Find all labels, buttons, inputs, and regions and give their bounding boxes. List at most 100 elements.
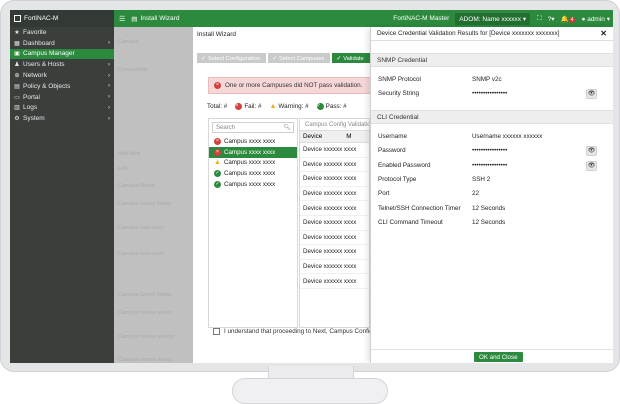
device-row[interactable]: Device xxxxxx xxxx× xyxy=(300,231,369,246)
help-icon[interactable]: ?▾ xyxy=(548,15,555,23)
install-icon: ▤ xyxy=(131,15,138,23)
summary-total: Total: # xyxy=(207,103,228,110)
campus-fail-icon: × xyxy=(214,148,221,156)
device-row[interactable]: Device xxxxxx xxxx▲ xyxy=(300,201,369,216)
field-protocol-type: Protocol Type SSH 2 xyxy=(378,176,608,186)
sidebar-item-label: Users & Hosts xyxy=(23,61,65,69)
device-row[interactable]: Device xxxxxx xxxx× xyxy=(300,260,369,275)
monitor-frame: FortiNAC-M ☰ ▤ Install Wizard FortiNAC-M… xyxy=(0,0,620,372)
field-value: 12 Seconds xyxy=(472,204,506,212)
campus-list-item[interactable]: ✓ Campus xxxx xxxx xyxy=(209,179,297,190)
menu-icon[interactable]: ☰ xyxy=(119,15,125,23)
device-name: Device xxxxxx xxxx xyxy=(303,277,357,285)
campus-list-item[interactable]: × Campus xxxx xxxx xyxy=(209,146,297,158)
eye-icon[interactable]: 👁︎ xyxy=(586,89,597,100)
cli-section-header: CLI Credential xyxy=(371,110,613,124)
field-label: SNMP Protocol xyxy=(378,76,421,83)
alert-text: One or more Campuses did NOT pass valida… xyxy=(225,82,363,89)
field-label: Protocol Type xyxy=(378,175,417,183)
logs-icon: ▥ xyxy=(14,105,20,112)
confirm-checkbox[interactable] xyxy=(213,328,220,335)
confirm-proceed[interactable]: I understand that proceeding to Next, Ca… xyxy=(213,328,373,335)
device-name: Device xxxxxx xxxx xyxy=(303,146,357,154)
gear-icon: ⚙ xyxy=(14,116,20,123)
confirm-text: I understand that proceeding to Next, Ca… xyxy=(224,328,373,335)
device-row[interactable]: Device xxxxxx xxxx× xyxy=(300,216,369,231)
campus-name: Campus xxxx xxxx xyxy=(224,170,276,178)
field-enabled-password: Enabled Password •••••••••••••••• 👁︎ xyxy=(378,160,608,172)
eye-icon[interactable]: 👁︎ xyxy=(586,160,597,171)
adom-selector[interactable]: ADOM: Name xxxxxx ▾ xyxy=(455,12,531,25)
field-label: Username xyxy=(378,133,408,140)
brand: FortiNAC-M xyxy=(10,10,114,27)
sidebar-item-policy-objects[interactable]: ▤ Policy & Objects › xyxy=(10,81,114,92)
column-device: Device xyxy=(303,133,323,140)
snmp-section-header: SNMP Credential xyxy=(371,53,613,67)
portal-icon: ▭ xyxy=(14,94,20,101)
field-value: •••••••••••••••• xyxy=(472,161,508,169)
wizard-step-label: Select Configuration xyxy=(207,56,261,62)
device-name: Device xxxxxx xxxx xyxy=(303,175,357,183)
sidebar-item-favorite[interactable]: ★ Favorite xyxy=(10,27,114,38)
ok-and-close-button[interactable]: OK and Close xyxy=(474,352,523,362)
user-menu[interactable]: ● admin ▾ xyxy=(581,15,610,23)
device-row[interactable]: Device xxxxxx xxxx× xyxy=(300,143,369,158)
screen: FortiNAC-M ☰ ▤ Install Wizard FortiNAC-M… xyxy=(10,10,613,363)
summary-pass: ✓ Pass: # xyxy=(316,103,347,110)
campus-icon: ▣ xyxy=(14,51,20,58)
device-name: Device xxxxxx xxxx xyxy=(303,248,357,256)
device-row[interactable]: Device xxxxxx xxxx× xyxy=(300,187,369,202)
device-row[interactable]: Device xxxxxx xxxx× xyxy=(300,245,369,260)
chevron-right-icon: › xyxy=(108,83,110,90)
sidebar-item-network[interactable]: ⊕ Network › xyxy=(10,70,114,81)
campus-list-item[interactable]: ✓ Campus xxxx xxxx xyxy=(209,168,297,179)
sidebar-item-system[interactable]: ⚙ System › xyxy=(10,113,114,124)
campus-warning-icon: ▲ xyxy=(214,159,221,167)
device-name: Device xxxxxx xxxx xyxy=(303,190,357,198)
device-row[interactable]: Device xxxxxx xxxx× xyxy=(300,172,369,187)
sidebar-item-portal[interactable]: ▭ Portal › xyxy=(10,92,114,103)
field-value: SNMP v2c xyxy=(472,76,502,83)
campus-fail-icon: × xyxy=(214,137,221,145)
user-name: admin xyxy=(587,15,605,23)
chevron-right-icon: › xyxy=(108,104,110,111)
sidebar-item-campus-manager[interactable]: ▣ Campus Manager xyxy=(10,48,114,60)
column-m: M xyxy=(346,133,352,140)
field-value: 22 xyxy=(472,190,480,198)
validation-alert: × One or more Campuses did NOT pass vali… xyxy=(208,77,372,94)
bell-icon[interactable]: 🔔 4 xyxy=(561,15,576,23)
sidebar-item-dashboard[interactable]: ▦ Dashboard › xyxy=(10,38,114,49)
fail-icon: × xyxy=(235,103,243,110)
campus-name: Campus xxxx xxxx xyxy=(224,137,276,145)
campus-search-input[interactable]: Search 🔍︎ xyxy=(212,122,294,133)
device-validation-table: Campus Config Validation Device M Device… xyxy=(299,118,370,328)
summary-warning-label: Warning: # xyxy=(278,103,309,110)
alert-count-badge: 4 xyxy=(568,16,576,23)
device-row[interactable]: Device xxxxxx xxxx× xyxy=(300,274,369,289)
field-telnet-ssh-connection-timer: Telnet/SSH Connection Timer 12 Seconds xyxy=(378,205,608,215)
campus-list-item[interactable]: ▲ Campus xxxx xxxx xyxy=(209,158,297,169)
campus-name: Campus xxxx xxxx xyxy=(224,148,276,156)
field-label: Security String xyxy=(378,90,419,98)
fullscreen-icon[interactable]: ⛶ xyxy=(537,15,542,23)
sidebar-item-label: Policy & Objects xyxy=(23,82,71,90)
check-circle-icon: ✓ xyxy=(336,56,342,62)
campus-list-item[interactable]: × Campus xxxx xxxx xyxy=(209,136,297,147)
sidebar-item-users-hosts[interactable]: ♟ Users & Hosts › xyxy=(10,59,114,70)
pass-icon: ✓ xyxy=(316,103,324,110)
device-name: Device xxxxxx xxxx xyxy=(303,233,357,241)
wizard-step[interactable]: ✓ Select Configuration xyxy=(197,53,267,63)
sidebar-item-logs[interactable]: ▥ Logs › xyxy=(10,103,114,114)
check-circle-icon: ✓ xyxy=(272,56,277,62)
eye-icon[interactable]: 👁︎ xyxy=(586,146,597,157)
top-bar: FortiNAC-M ☰ ▤ Install Wizard FortiNAC-M… xyxy=(10,10,613,27)
field-snmp-protocol: SNMP Protocol SNMP v2c xyxy=(378,76,608,86)
field-label: Password xyxy=(378,147,406,155)
wizard-step[interactable]: ✓ Validate xyxy=(332,53,370,63)
tab-campus-config-validation[interactable]: Campus Config Validation xyxy=(300,119,369,131)
wizard-step[interactable]: ✓ Select Campuses xyxy=(268,53,331,63)
user-icon: ● xyxy=(581,15,586,23)
close-icon[interactable]: ✕ xyxy=(600,29,607,38)
validation-summary: Total: # × Fail: # ▲ Warning: # ✓ Pass: # xyxy=(207,103,347,110)
device-row[interactable]: Device xxxxxx xxxx× xyxy=(300,158,369,173)
